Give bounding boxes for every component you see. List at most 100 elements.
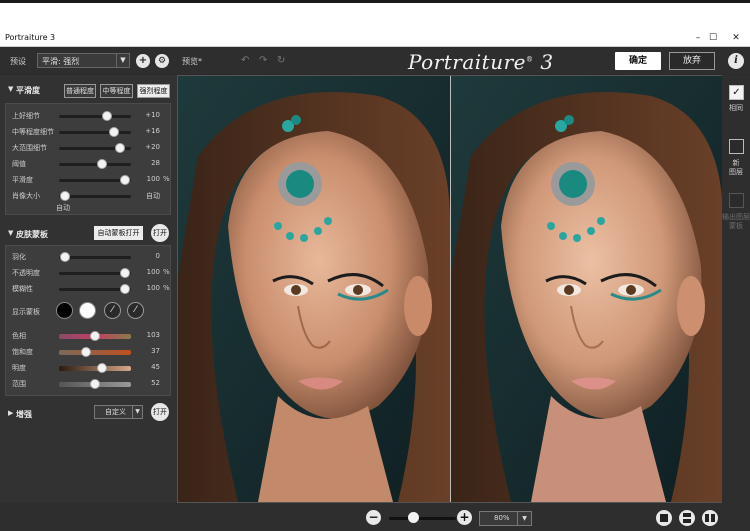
maximize-icon[interactable]: ☐	[706, 32, 720, 44]
level-strong-button[interactable]: 强烈程度	[137, 84, 170, 98]
slider-knob[interactable]	[119, 268, 130, 278]
slider-value: 自动	[146, 192, 160, 200]
slider-label: 范围	[12, 380, 26, 388]
slider-knob[interactable]	[97, 159, 108, 169]
level-normal-button[interactable]: 普通程度	[64, 84, 96, 98]
preview-after-pane[interactable]	[451, 76, 723, 502]
slider-label: 不透明度	[12, 269, 40, 277]
split-horizontal-icon-top	[683, 513, 691, 517]
slider-track[interactable]	[59, 115, 131, 118]
slider-track[interactable]	[59, 163, 131, 166]
info-button[interactable]: i	[728, 53, 744, 69]
slider-row[interactable]: 肖像大小 自动	[6, 189, 172, 203]
slider-row[interactable]: 阈值 28	[6, 157, 172, 171]
slider-label: 平滑度	[12, 176, 33, 184]
logo-text: Portraiture	[408, 50, 526, 74]
slider-knob[interactable]	[119, 175, 130, 185]
eyedropper-minus-icon[interactable]: ⁄	[127, 302, 144, 319]
slider-knob[interactable]	[97, 363, 108, 373]
slider-knob[interactable]	[108, 127, 119, 137]
slider-knob[interactable]	[60, 252, 71, 262]
slider-value: +16	[145, 127, 160, 135]
show-mask-label: 显示蒙板	[12, 308, 40, 316]
new-layer-checkbox[interactable]	[729, 139, 744, 154]
slider-knob[interactable]	[102, 111, 113, 121]
zoom-in-button[interactable]: +	[457, 510, 472, 525]
slider-gradient-track[interactable]	[59, 366, 131, 371]
reset-icon[interactable]: ↻	[277, 55, 285, 66]
same-checkbox[interactable]: ✓	[729, 85, 744, 100]
slider-knob[interactable]	[90, 379, 100, 389]
new-layer-label: 新 图层	[729, 159, 743, 176]
slider-row[interactable]: 中等程度细节 +16	[6, 125, 172, 139]
slider-row[interactable]: 饱和度 37	[6, 345, 172, 359]
preset-settings-button[interactable]: ⚙	[155, 54, 169, 68]
add-preset-button[interactable]: +	[136, 54, 150, 68]
slider-row[interactable]: 羽化 0	[6, 250, 172, 264]
collapse-triangle-icon: ▼	[8, 85, 14, 93]
slider-knob[interactable]	[119, 284, 130, 294]
slider-row[interactable]: 大范围细节 +20	[6, 141, 172, 155]
slider-label: 阈值	[12, 160, 26, 168]
enhance-select[interactable]: 自定义 ▼	[94, 405, 143, 419]
white-swatch[interactable]	[79, 302, 96, 319]
cancel-button[interactable]: 放弃	[669, 52, 715, 70]
auto-mask-button[interactable]: 自动蒙板打开	[94, 226, 143, 240]
split-vertical-icon-right	[711, 514, 715, 522]
preset-select[interactable]: 平滑: 强烈 ▼	[37, 53, 130, 68]
skin-mask-open-button[interactable]: 打开	[151, 224, 169, 242]
slider-row[interactable]: 范围 52	[6, 377, 172, 391]
slider-gradient-track[interactable]	[59, 350, 131, 355]
undo-icon[interactable]: ↶	[241, 55, 249, 66]
slider-value: 37	[151, 347, 160, 355]
black-swatch[interactable]	[56, 302, 73, 319]
slider-label: 上好细节	[12, 112, 40, 120]
skin-mask-title: 皮肤蒙板	[16, 230, 48, 239]
zoom-slider-track[interactable]	[389, 517, 456, 520]
split-horizontal-icon-bottom	[683, 519, 691, 523]
skin-mask-group: 显示蒙板 ⁄ ⁄ 羽化 0 不透明度 100% 模糊性 100% 色相 103 饱和度 37 明度 4…	[5, 245, 171, 396]
slider-row[interactable]: 模糊性 100%	[6, 282, 172, 296]
slider-track[interactable]	[59, 131, 131, 134]
slider-row[interactable]: 色相 103	[6, 329, 172, 343]
slider-knob[interactable]	[90, 331, 100, 341]
collapse-triangle-icon: ▼	[8, 229, 14, 237]
zoom-select[interactable]: 80% ▼	[479, 511, 532, 526]
window-title: Portraiture 3	[5, 33, 56, 42]
output-mask-checkbox[interactable]	[729, 193, 744, 208]
enhance-open-button[interactable]: 打开	[151, 403, 169, 421]
zoom-out-button[interactable]: −	[366, 510, 381, 525]
zoom-value: 80%	[494, 514, 510, 522]
slider-knob[interactable]	[81, 347, 92, 357]
ok-button[interactable]: 确定	[615, 52, 661, 70]
zoom-slider-knob[interactable]	[408, 512, 419, 523]
split-vertical-view-button[interactable]	[702, 510, 718, 526]
slider-value: 0	[155, 252, 160, 260]
slider-value: 45	[151, 363, 160, 371]
preview-before-pane[interactable]	[178, 76, 450, 502]
title-bar: Portraiture 3 – ☐ ✕	[0, 30, 750, 47]
auto-note: 自动	[56, 204, 70, 212]
slider-row[interactable]: 平滑度 100%	[6, 173, 172, 187]
slider-unit: %	[163, 268, 170, 276]
slider-label: 大范围细节	[12, 144, 47, 152]
eyedropper-icon[interactable]: ⁄	[104, 302, 121, 319]
preview-label: 预览*	[182, 57, 202, 66]
minimize-icon[interactable]: –	[691, 32, 705, 44]
slider-value: 100	[146, 284, 160, 292]
single-view-button[interactable]	[656, 510, 672, 526]
slider-row[interactable]: 上好细节 +10	[6, 109, 172, 123]
redo-icon[interactable]: ↷	[259, 55, 267, 66]
preset-value: 平滑: 强烈	[42, 57, 80, 66]
slider-value: 52	[151, 379, 160, 387]
slider-row[interactable]: 不透明度 100%	[6, 266, 172, 280]
split-horizontal-view-button[interactable]	[679, 510, 695, 526]
slider-row[interactable]: 明度 45	[6, 361, 172, 375]
level-medium-button[interactable]: 中等程度	[100, 84, 133, 98]
bottom-bar: − + 80% ▼	[0, 503, 750, 531]
portraiture-app: Portraiture 3 – ☐ ✕ 预设 平滑: 强烈 ▼ + ⚙ 预览* …	[0, 0, 750, 531]
close-icon[interactable]: ✕	[729, 32, 743, 44]
split-vertical-icon-left	[705, 514, 709, 522]
slider-knob[interactable]	[114, 143, 125, 153]
slider-knob[interactable]	[60, 191, 71, 201]
